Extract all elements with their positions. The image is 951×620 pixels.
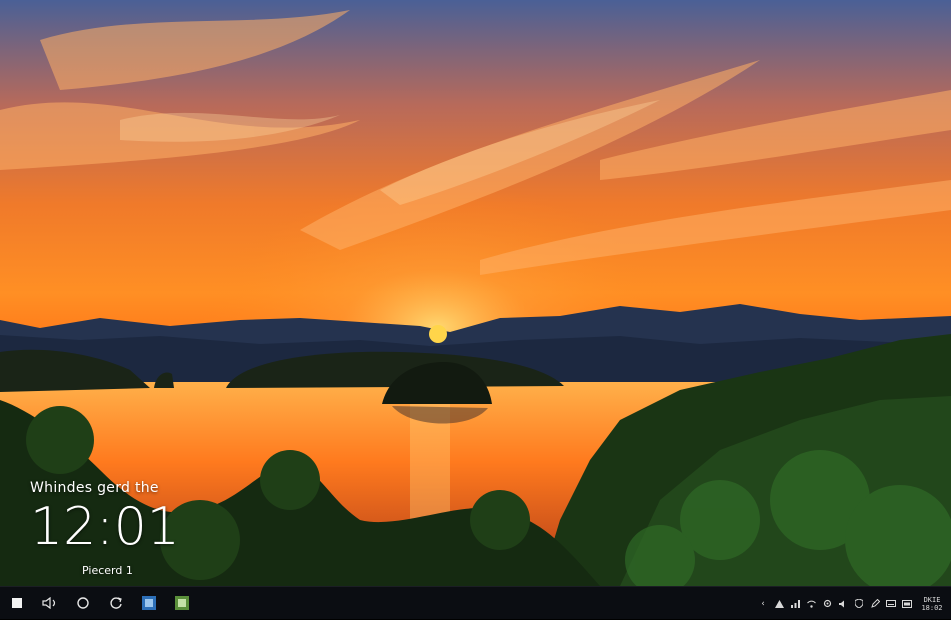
volume-button[interactable] <box>33 587 66 620</box>
tray-clock[interactable]: DKIE 18:02 <box>921 596 943 612</box>
lock-screen-overlay: Whindes gerd the 12:01 Piecerd 1 <box>30 480 180 577</box>
wifi-icon[interactable] <box>803 587 819 620</box>
network-icon[interactable] <box>771 587 787 620</box>
windows-square-icon <box>11 598 22 608</box>
tray-clock-line1: DKIE <box>923 595 941 604</box>
signal-icon[interactable] <box>787 587 803 620</box>
app-green-button[interactable] <box>165 587 198 620</box>
system-tray: ‹ DKIE 18:02 <box>755 587 951 620</box>
app-tile-blue-icon <box>141 596 156 610</box>
lock-greeting: Whindes gerd the <box>30 480 159 496</box>
circle-icon <box>76 597 89 609</box>
app-tile-green-icon <box>174 596 189 610</box>
volume-tray-icon[interactable] <box>835 587 851 620</box>
shield-icon[interactable] <box>851 587 867 620</box>
notification-icon[interactable] <box>899 587 915 620</box>
chevron-left-icon[interactable]: ‹ <box>755 587 771 620</box>
search-button[interactable] <box>66 587 99 620</box>
pen-icon[interactable] <box>867 587 883 620</box>
refresh-button[interactable] <box>99 587 132 620</box>
app-blue-button[interactable] <box>132 587 165 620</box>
lock-subtitle: Piecerd 1 <box>82 564 133 577</box>
refresh-icon <box>109 597 122 609</box>
start-button[interactable] <box>0 587 33 620</box>
speaker-icon <box>41 597 55 609</box>
keyboard-icon[interactable] <box>883 587 899 620</box>
taskbar: ‹ DKIE 18:02 <box>0 586 951 619</box>
tray-clock-line2: 18:02 <box>921 603 943 612</box>
lock-clock: 12:01 <box>30 497 180 557</box>
settings-icon[interactable] <box>819 587 835 620</box>
